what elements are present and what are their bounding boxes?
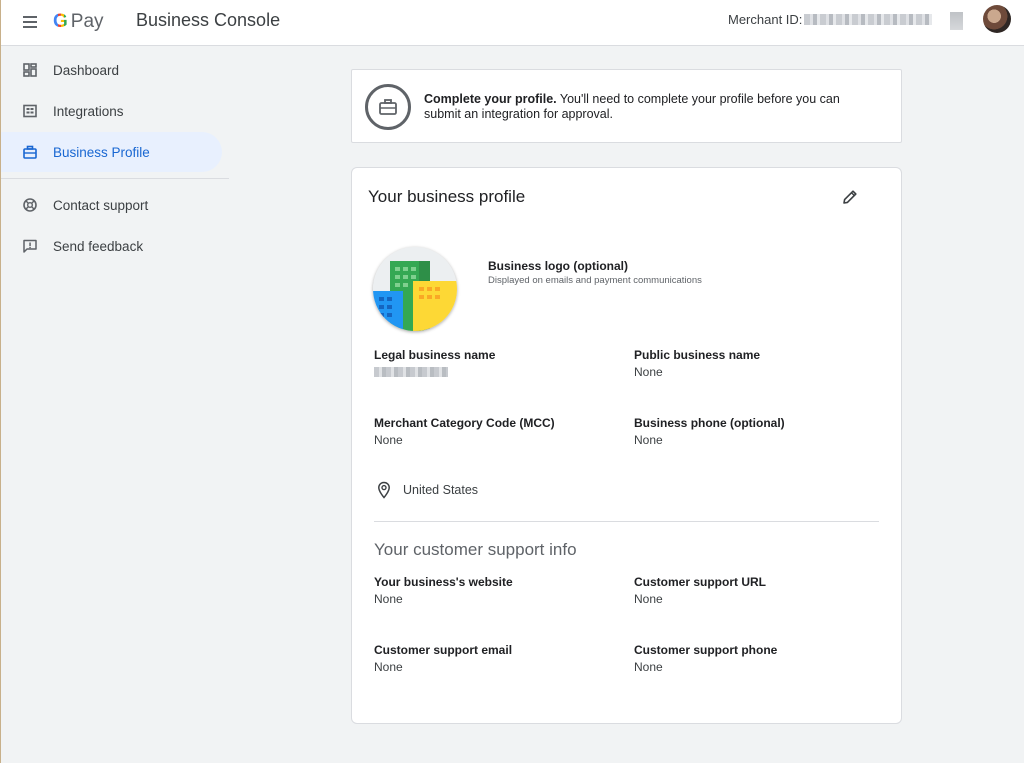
business-phone-value: None [634,433,663,447]
integrations-icon [23,104,37,118]
location-country: United States [403,483,479,497]
feedback-icon [23,239,37,253]
section-divider [374,521,879,522]
menu-icon[interactable] [21,12,41,32]
sidebar-item-business-profile[interactable]: Business Profile [1,132,222,172]
briefcase-icon [365,84,411,130]
google-pay-logo[interactable]: G Pay [53,10,104,34]
website-label: Your business's website [374,575,513,589]
sidebar-item-label: Send feedback [53,238,144,254]
app-title: Business Console [136,10,281,30]
sidebar-item-label: Integrations [53,103,124,119]
business-logo-image[interactable] [373,247,457,331]
sidebar-nav: Dashboard Integrations Business Profile [1,50,233,267]
card-title: Your business profile [368,187,526,206]
location-pin-icon [378,481,390,499]
sidebar-item-label: Business Profile [53,144,150,160]
google-g-logo: G [53,11,68,32]
legal-name-label: Legal business name [374,348,496,362]
pay-wordmark: Pay [70,11,104,32]
merchant-id-display: Merchant ID: [728,12,933,27]
business-phone-label: Business phone (optional) [634,416,785,430]
avatar[interactable] [983,5,1011,33]
sidebar-item-integrations[interactable]: Integrations [1,91,222,131]
sidebar-item-dashboard[interactable]: Dashboard [1,50,222,90]
briefcase-icon [23,145,37,159]
website-value: None [374,592,403,606]
logo-label: Business logo (optional) [488,259,628,273]
sidebar-divider [1,178,229,179]
sidebar-item-contact-support[interactable]: Contact support [1,185,222,225]
support-url-label: Customer support URL [634,575,766,589]
edit-pencil-icon[interactable] [841,188,859,206]
top-app-bar: G Pay Business Console Merchant ID: [1,0,1024,46]
support-icon [23,198,37,212]
sidebar-item-label: Contact support [53,197,149,213]
support-phone-value: None [634,660,663,674]
support-email-label: Customer support email [374,643,513,657]
business-profile-card: Your business profile Business logo (opt… [351,167,902,724]
sidebar-item-send-feedback[interactable]: Send feedback [1,226,222,266]
legal-name-redacted [374,367,448,377]
complete-profile-banner: Complete your profile. You'll need to co… [351,69,902,143]
support-url-value: None [634,592,663,606]
dashboard-icon [23,63,37,77]
support-phone-label: Customer support phone [634,643,778,657]
support-section-title: Your customer support info [374,540,577,559]
public-name-label: Public business name [634,348,761,362]
apps-icon[interactable] [950,12,963,30]
public-name-value: None [634,365,663,379]
banner-message: Complete your profile. You'll need to co… [424,92,874,122]
banner-title: Complete your profile. [424,92,557,106]
merchant-id-redacted [804,14,933,25]
sidebar-item-label: Dashboard [53,62,120,78]
logo-description: Displayed on emails and payment communic… [488,275,702,286]
merchant-id-label: Merchant ID: [728,12,803,27]
mcc-label: Merchant Category Code (MCC) [374,416,555,430]
support-email-value: None [374,660,403,674]
mcc-value: None [374,433,403,447]
